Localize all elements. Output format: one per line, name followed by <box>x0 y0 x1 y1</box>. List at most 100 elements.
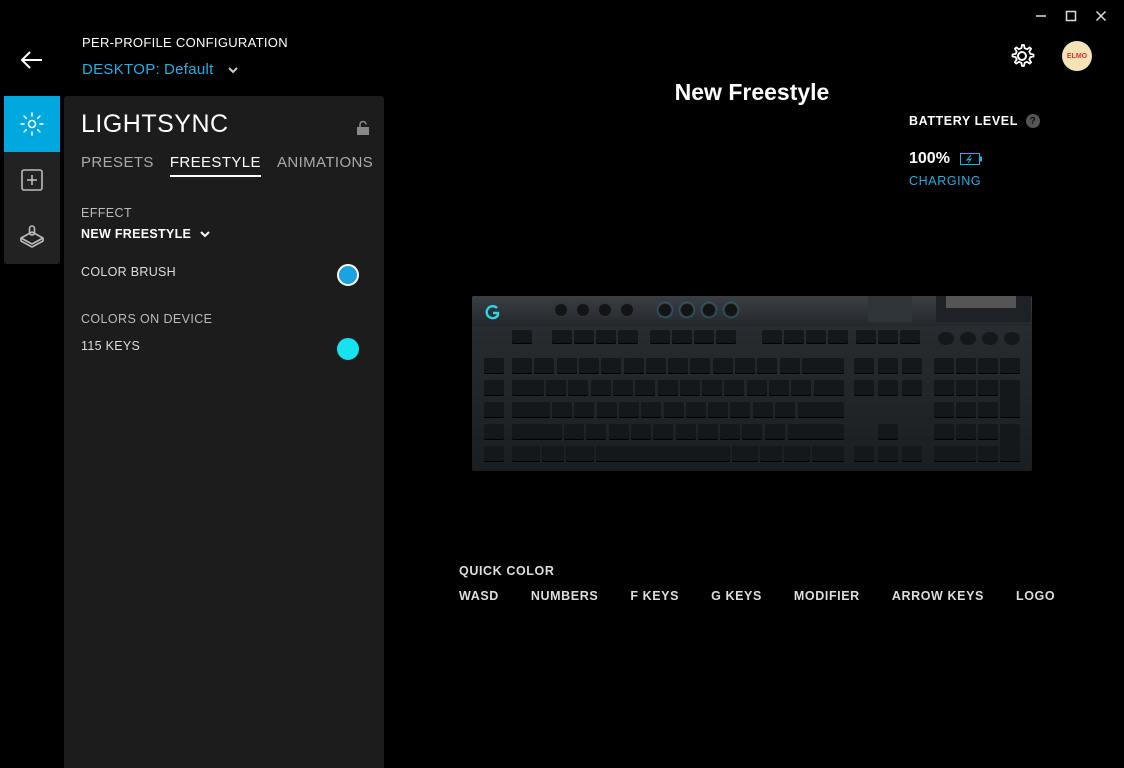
keyboard-key[interactable] <box>596 446 730 462</box>
keyboard-key[interactable] <box>902 446 922 462</box>
keyboard-key[interactable] <box>878 380 898 396</box>
keyboard-key[interactable] <box>769 380 789 396</box>
keyboard-key[interactable] <box>732 446 758 462</box>
keyboard-key[interactable] <box>878 446 898 462</box>
keyboard-key[interactable] <box>806 330 826 344</box>
keyboard-key[interactable] <box>568 380 589 396</box>
keyboard-key[interactable] <box>775 402 795 418</box>
effect-dropdown[interactable]: NEW FREESTYLE <box>81 227 211 241</box>
keyboard-key[interactable] <box>812 446 844 462</box>
media-button[interactable] <box>960 332 976 345</box>
quick-color-modifier[interactable]: MODIFIER <box>794 589 860 603</box>
keyboard-key[interactable] <box>512 380 544 396</box>
keyboard-key[interactable] <box>978 402 998 418</box>
keyboard-key[interactable] <box>856 330 876 344</box>
keyboard-key[interactable] <box>1000 424 1020 462</box>
quick-color-arrow-keys[interactable]: ARROW KEYS <box>892 589 984 603</box>
keyboard-key[interactable] <box>798 402 844 418</box>
keyboard-key[interactable] <box>635 380 656 396</box>
keyboard-key[interactable] <box>934 402 954 418</box>
keyboard-key[interactable] <box>663 402 684 418</box>
keyboard-key[interactable] <box>828 330 848 344</box>
quick-color-f-keys[interactable]: F KEYS <box>630 589 679 603</box>
keyboard-key[interactable] <box>552 330 572 344</box>
keyboard-key[interactable] <box>596 330 616 344</box>
keyboard-key[interactable] <box>672 330 692 344</box>
keyboard-key[interactable] <box>764 424 785 440</box>
tab-freestyle[interactable]: FREESTYLE <box>169 154 261 177</box>
keyboard-key[interactable] <box>623 358 644 374</box>
keyboard-key[interactable] <box>590 380 611 396</box>
keyboard-key[interactable] <box>675 424 696 440</box>
keyboard-key[interactable] <box>650 330 670 344</box>
help-icon[interactable]: ? <box>1025 114 1040 128</box>
keyboard-key[interactable] <box>586 424 607 440</box>
keyboard-key[interactable] <box>566 446 594 462</box>
keyboard-key[interactable] <box>779 358 800 374</box>
keyboard-key[interactable] <box>788 424 844 440</box>
keyboard-key[interactable] <box>956 402 976 418</box>
settings-button[interactable] <box>1008 42 1036 70</box>
keyboard-key[interactable] <box>784 446 810 462</box>
keyboard-key[interactable] <box>574 402 595 418</box>
keyboard-key[interactable] <box>697 424 718 440</box>
keyboard-key[interactable] <box>512 330 532 344</box>
keyboard-key[interactable] <box>657 380 678 396</box>
quick-color-g-keys[interactable]: G KEYS <box>711 589 762 603</box>
device-color-swatch[interactable] <box>337 338 359 360</box>
keyboard-key[interactable] <box>552 402 572 418</box>
keyboard-key[interactable] <box>556 358 577 374</box>
keyboard-key[interactable] <box>978 446 998 462</box>
keyboard-key[interactable] <box>902 380 922 396</box>
keyboard-key[interactable] <box>878 424 898 440</box>
keyboard-key[interactable] <box>934 380 954 396</box>
tab-animations[interactable]: ANIMATIONS <box>277 154 373 177</box>
keyboard-key[interactable] <box>564 424 584 440</box>
keyboard-key[interactable] <box>578 358 599 374</box>
keyboard-key[interactable] <box>618 330 638 344</box>
keyboard-key[interactable] <box>978 380 998 396</box>
keyboard-key[interactable] <box>854 358 874 374</box>
keyboard-key[interactable] <box>760 446 782 462</box>
keyboard-key[interactable] <box>934 446 976 462</box>
keyboard-key[interactable] <box>484 446 504 462</box>
keyboard-key[interactable] <box>762 330 782 344</box>
rail-item-assignments[interactable] <box>4 152 60 208</box>
avatar[interactable]: ELMO <box>1062 41 1092 71</box>
keyboard-key[interactable] <box>641 402 662 418</box>
rail-item-game-mode[interactable] <box>4 208 60 264</box>
keyboard-key[interactable] <box>956 424 976 440</box>
keyboard-key[interactable] <box>1000 358 1020 374</box>
quick-color-logo[interactable]: LOGO <box>1016 589 1055 603</box>
keyboard-key[interactable] <box>484 380 504 396</box>
keyboard-key[interactable] <box>934 358 954 374</box>
keyboard-key[interactable] <box>956 358 976 374</box>
keyboard-key[interactable] <box>512 446 540 462</box>
keyboard-key[interactable] <box>484 424 504 440</box>
keyboard-key[interactable] <box>574 330 594 344</box>
keyboard-key[interactable] <box>596 402 617 418</box>
keyboard-key[interactable] <box>608 424 629 440</box>
close-button[interactable] <box>1086 6 1116 26</box>
quick-color-wasd[interactable]: WASD <box>459 589 499 603</box>
keyboard-key[interactable] <box>702 380 723 396</box>
keyboard-key[interactable] <box>878 330 898 344</box>
keyboard-key[interactable] <box>716 330 736 344</box>
keyboard-key[interactable] <box>878 358 898 374</box>
media-button[interactable] <box>1004 332 1020 345</box>
keyboard-key[interactable] <box>645 358 666 374</box>
keyboard-key[interactable] <box>784 330 804 344</box>
keyboard-key[interactable] <box>730 402 751 418</box>
back-button[interactable] <box>18 46 46 74</box>
color-brush-swatch[interactable] <box>337 264 359 286</box>
keyboard-key[interactable] <box>746 380 767 396</box>
keyboard-key[interactable] <box>708 402 729 418</box>
keyboard-key[interactable] <box>854 446 874 462</box>
keyboard-key[interactable] <box>612 380 633 396</box>
keyboard-key[interactable] <box>668 358 689 374</box>
keyboard-key[interactable] <box>679 380 700 396</box>
keyboard-key[interactable] <box>512 358 532 374</box>
keyboard-key[interactable] <box>653 424 674 440</box>
keyboard-key[interactable] <box>752 402 773 418</box>
keyboard-key[interactable] <box>484 358 504 374</box>
